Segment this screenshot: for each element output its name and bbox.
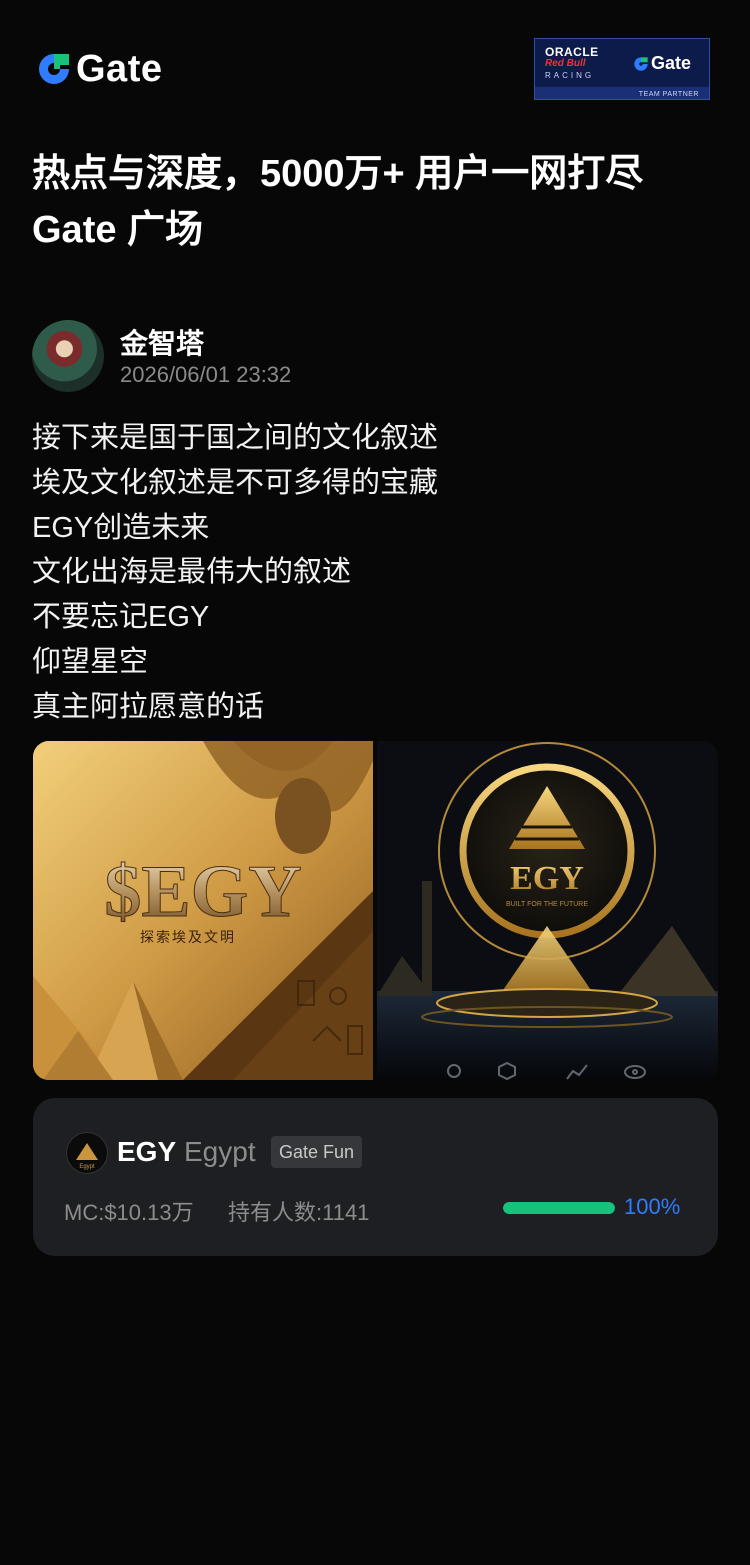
egy-coin-title: EGY bbox=[510, 860, 584, 897]
token-symbol: EGY bbox=[117, 1136, 177, 1167]
top-bar: Gate ORACLE Red Bull RACING Gate TEAM PA… bbox=[0, 0, 750, 130]
bonding-progress-bar bbox=[503, 1202, 615, 1214]
team-partner-badge: ORACLE Red Bull RACING Gate TEAM PARTNER bbox=[534, 38, 710, 100]
token-pyramid-icon: Egypt bbox=[76, 1143, 98, 1170]
post-author[interactable]: 金智塔 2026/06/01 23:32 bbox=[32, 318, 718, 394]
partner-tag: TEAM PARTNER bbox=[638, 91, 699, 98]
token-source-badge: Gate Fun bbox=[271, 1136, 363, 1168]
post-line: 仰望星空 bbox=[32, 645, 149, 678]
headline-line-2: Gate 广场 bbox=[32, 209, 204, 251]
bonding-progress-fill bbox=[503, 1202, 615, 1214]
brand-name: Gate bbox=[76, 48, 163, 90]
post-image-egy-gold[interactable]: $EGY 探索埃及文明 bbox=[33, 741, 373, 1080]
partner-gate-icon bbox=[634, 56, 648, 71]
headline-line-1: 热点与深度，5000万+ 用户一网打尽 bbox=[32, 153, 644, 195]
egy-coin-caption: BUILT FOR THE FUTURE bbox=[506, 901, 588, 908]
post-line: 接下来是国于国之间的文化叙述 bbox=[32, 422, 439, 454]
egy-gold-title: $EGY bbox=[104, 851, 301, 933]
egy-gold-artwork: $EGY 探索埃及文明 bbox=[33, 741, 373, 1080]
post-line: 埃及文化叙述是不可多得的宝藏 bbox=[32, 466, 439, 499]
post-body: 接下来是国于国之间的文化叙述 埃及文化叙述是不可多得的宝藏 EGY创造未来 文化… bbox=[32, 416, 718, 730]
egy-coin-artwork: EGY BUILT FOR THE FUTURE bbox=[377, 741, 718, 1080]
partner-redbull-text: Red Bull bbox=[545, 58, 586, 69]
partner-gate-name: Gate bbox=[651, 53, 692, 73]
post-image-egy-coin[interactable]: EGY BUILT FOR THE FUTURE bbox=[377, 741, 718, 1080]
post-image-grid: $EGY 探索埃及文明 EGY BUILT FOR THE FUTURE bbox=[33, 741, 718, 1080]
token-name: Egypt bbox=[184, 1136, 256, 1167]
holder-count: 持有人数:1141 bbox=[228, 1200, 370, 1225]
token-card[interactable]: Egypt EGY Egypt Gate Fun MC:$10.13万 持有人数… bbox=[33, 1098, 718, 1256]
partner-racing-text: RACING bbox=[545, 71, 595, 80]
page-headline: 热点与深度，5000万+ 用户一网打尽 Gate 广场 bbox=[32, 146, 722, 258]
author-name[interactable]: 金智塔 bbox=[120, 322, 204, 362]
market-cap: MC:$10.13万 bbox=[64, 1200, 194, 1225]
partner-gate-logo: Gate bbox=[633, 53, 691, 74]
post-timestamp: 2026/06/01 23:32 bbox=[120, 362, 292, 387]
avatar[interactable] bbox=[32, 320, 104, 392]
partner-oracle-text: ORACLE bbox=[545, 45, 599, 59]
token-logo: Egypt bbox=[66, 1132, 108, 1174]
post-line: 真主阿拉愿意的话 bbox=[32, 690, 265, 723]
egy-gold-caption: 探索埃及文明 bbox=[140, 929, 236, 946]
post-line: EGY创造未来 bbox=[32, 511, 210, 544]
token-logo-text: Egypt bbox=[79, 1164, 95, 1170]
gate-logo[interactable]: Gate bbox=[36, 50, 162, 88]
post-line: 不要忘记EGY bbox=[32, 601, 210, 634]
bonding-progress-text: 100% bbox=[624, 1194, 681, 1219]
post-line: 文化出海是最伟大的叙述 bbox=[32, 556, 352, 589]
gate-logo-icon bbox=[39, 54, 69, 84]
